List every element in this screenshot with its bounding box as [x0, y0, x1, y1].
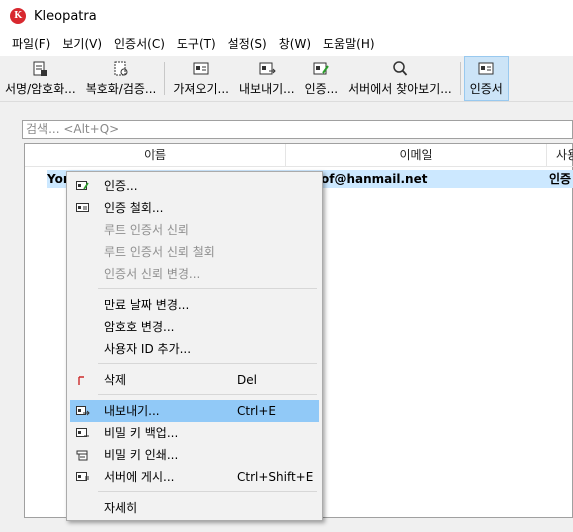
menu-item-delete[interactable]: 삭제 Del: [70, 369, 319, 391]
menu-item-label: 암호호 변경...: [104, 320, 175, 334]
menu-certificates[interactable]: 인증서(C): [108, 32, 171, 56]
export-button[interactable]: 내보내기...: [234, 56, 300, 101]
certificates-label: 인증서: [469, 81, 503, 96]
menu-item-details[interactable]: 자세히: [70, 497, 319, 519]
menu-item-trust-root: 루트 인증서 신뢰: [70, 219, 319, 241]
export-label: 내보내기...: [238, 81, 295, 96]
menu-item-label: 비밀 키 백업...: [104, 426, 179, 440]
menu-item-label: 루트 인증서 신뢰 철회: [104, 245, 215, 259]
menu-separator: [98, 288, 317, 289]
certificates-view-button[interactable]: 인증서: [463, 56, 509, 101]
menu-tools[interactable]: 도구(T): [171, 32, 222, 56]
menu-item-label: 인증 철회...: [104, 201, 164, 215]
sign-encrypt-label: 서명/암호화...: [5, 81, 76, 96]
menu-item-label: 인증...: [104, 179, 138, 193]
menu-item-publish-server[interactable]: 서버에 게시... Ctrl+Shift+E: [70, 466, 319, 488]
menu-item-label: 루트 인증서 신뢰: [104, 223, 189, 237]
decrypt-verify-label: 복호화/검증...: [85, 81, 157, 96]
menu-item-print-secret-key[interactable]: 비밀 키 인쇄...: [70, 444, 319, 466]
menu-bar: 파일(F) 보기(V) 인증서(C) 도구(T) 설정(S) 창(W) 도움말(…: [0, 32, 573, 56]
menu-item-label: 삭제: [104, 373, 127, 387]
column-header-email[interactable]: 이메일: [286, 144, 546, 167]
cell-user-id: 인증: [549, 172, 572, 186]
menu-item-shortcut: Ctrl+Shift+E: [237, 470, 314, 484]
decrypt-verify-button[interactable]: 복호화/검증...: [81, 56, 162, 101]
menu-item-shortcut: Ctrl+E: [237, 404, 276, 418]
window-title: Kleopatra: [34, 8, 97, 24]
import-button[interactable]: 가져오기...: [168, 56, 234, 101]
toolbar-separator: [459, 62, 461, 95]
lookup-server-button[interactable]: 서버에서 찾아보기...: [343, 56, 457, 101]
import-label: 가져오기...: [173, 81, 229, 96]
certify-label: 인증...: [304, 81, 339, 96]
menu-item-change-expiry[interactable]: 만료 날짜 변경...: [70, 294, 319, 316]
menu-item-label: 비밀 키 인쇄...: [104, 448, 179, 462]
menu-item-change-passphrase[interactable]: 암호호 변경...: [70, 316, 319, 338]
menu-window[interactable]: 창(W): [273, 32, 317, 56]
column-header-user[interactable]: 사용: [547, 144, 573, 167]
menu-item-label: 자세히: [104, 501, 138, 515]
menu-item-label: 만료 날짜 변경...: [104, 298, 190, 312]
export-certificate-icon: [76, 406, 90, 416]
menu-item-distrust-root: 루트 인증서 신뢰 철회: [70, 241, 319, 263]
menu-item-label: 인증서 신뢰 변경...: [104, 267, 201, 281]
menu-item-backup-secret-key[interactable]: 비밀 키 백업...: [70, 422, 319, 444]
toolbar: 서명/암호화... 복호화/검증... 가져오기... 내보내기... 인증..…: [0, 56, 573, 102]
menu-separator: [98, 491, 317, 492]
menu-item-label: 서버에 게시...: [104, 470, 175, 484]
menu-separator: [98, 394, 317, 395]
menu-file[interactable]: 파일(F): [6, 32, 56, 56]
title-bar: K Kleopatra: [0, 0, 573, 32]
menu-item-change-trust: 인증서 신뢰 변경...: [70, 263, 319, 285]
search-input[interactable]: 검색... <Alt+Q>: [22, 120, 573, 139]
publish-server-icon: [76, 472, 89, 481]
menu-separator: [98, 363, 317, 364]
sign-encrypt-button[interactable]: 서명/암호화...: [0, 56, 81, 101]
menu-item-export[interactable]: 내보내기... Ctrl+E: [70, 400, 319, 422]
certificates-icon: [478, 62, 494, 74]
menu-settings[interactable]: 설정(S): [222, 32, 273, 56]
cell-email: of@hanmail.net: [321, 172, 428, 186]
menu-item-label: 사용자 ID 추가...: [104, 342, 192, 356]
delete-icon: [78, 376, 84, 385]
column-header-name[interactable]: 이름: [25, 144, 285, 167]
table-header: ︿ 이름 이메일 사용: [25, 144, 573, 167]
certify-icon: [313, 62, 330, 74]
print-secret-key-icon: [76, 450, 88, 461]
certify-icon: [76, 181, 89, 190]
kleopatra-logo-icon: K: [10, 8, 26, 24]
sign-encrypt-icon: [33, 61, 48, 76]
menu-help[interactable]: 도움말(H): [317, 32, 381, 56]
menu-item-revoke-certification[interactable]: 인증 철회...: [70, 197, 319, 219]
certify-button[interactable]: 인증...: [300, 56, 344, 101]
revoke-certification-icon: [76, 203, 89, 212]
lookup-server-label: 서버에서 찾아보기...: [348, 81, 452, 96]
menu-view[interactable]: 보기(V): [56, 32, 108, 56]
menu-item-certify[interactable]: 인증...: [70, 175, 319, 197]
menu-item-shortcut: Del: [237, 373, 257, 387]
import-certificate-icon: [193, 62, 209, 74]
decrypt-verify-icon: [114, 61, 128, 75]
menu-item-label: 내보내기...: [104, 404, 160, 418]
menu-item-add-user-id[interactable]: 사용자 ID 추가...: [70, 338, 319, 360]
toolbar-separator: [164, 62, 166, 95]
search-icon: [393, 60, 408, 76]
context-menu: 인증... 인증 철회... 루트 인증서 신뢰 루트 인증서 신뢰 철회 인증…: [66, 171, 323, 521]
backup-secret-key-icon: [76, 428, 89, 437]
export-certificate-icon: [259, 62, 276, 74]
